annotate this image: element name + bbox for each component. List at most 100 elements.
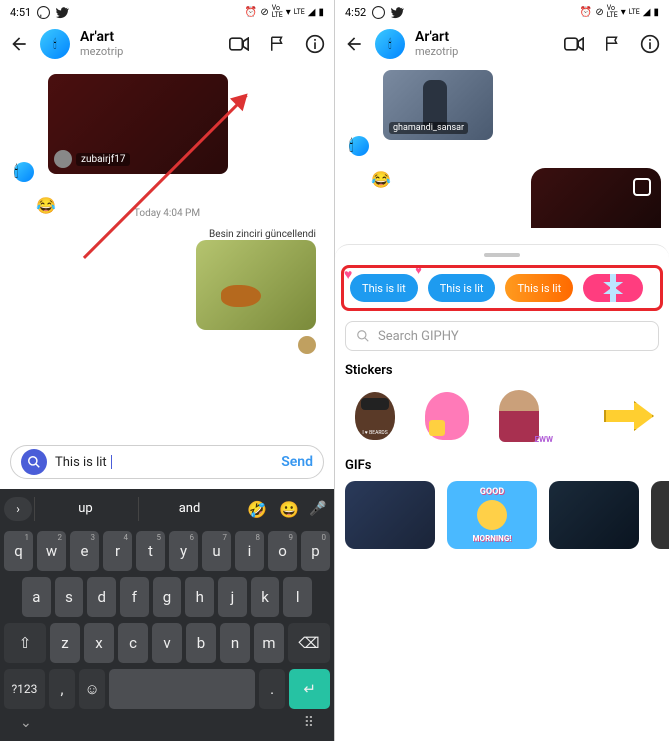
key-y[interactable]: y6: [169, 531, 198, 571]
key-p[interactable]: p0: [301, 531, 330, 571]
volte-icon: VoLTE: [272, 5, 283, 19]
key-numbers[interactable]: ?123: [4, 669, 45, 709]
whatsapp-icon: [372, 6, 385, 19]
key-m[interactable]: m: [254, 623, 284, 663]
chat-title-block[interactable]: Ar'art mezotrip: [415, 30, 553, 57]
gif-message[interactable]: [196, 240, 316, 330]
key-r[interactable]: r4: [103, 531, 132, 571]
section-gifs-title: GIFs: [335, 458, 669, 481]
key-a[interactable]: a: [22, 577, 51, 617]
chat-name: Ar'art: [415, 30, 553, 45]
whatsapp-icon: [37, 6, 50, 19]
sticker-arrow[interactable]: [599, 386, 659, 446]
flag-icon[interactable]: [266, 33, 288, 55]
video-icon[interactable]: [563, 33, 585, 55]
key-k[interactable]: k: [251, 577, 280, 617]
suggestion-2[interactable]: and: [138, 497, 240, 521]
flag-icon[interactable]: [601, 33, 623, 55]
key-s[interactable]: s: [55, 577, 84, 617]
key-b[interactable]: b: [186, 623, 216, 663]
gif-thumb-good-morning[interactable]: GOOD MORNING!: [447, 481, 537, 549]
key-emoji[interactable]: ☺: [79, 669, 105, 709]
key-w[interactable]: w2: [37, 531, 66, 571]
dnd-icon: ⊘: [595, 7, 603, 18]
key-o[interactable]: o9: [268, 531, 297, 571]
twitter-icon: [391, 6, 404, 19]
sticker-chip-2[interactable]: This is lit: [428, 274, 496, 302]
send-button[interactable]: Send: [281, 454, 313, 470]
search-giphy-input[interactable]: Search GIPHY: [345, 321, 659, 351]
sticker-beard[interactable]: [345, 386, 405, 446]
messages-area[interactable]: zubairjf17 🕯 😂 Today 4:04 PM Besin zinci…: [0, 64, 334, 439]
sticker-chip-1[interactable]: This is lit: [350, 274, 418, 302]
chat-title-block[interactable]: Ar'art mezotrip: [80, 30, 218, 57]
sender-avatar[interactable]: 🕯: [349, 136, 369, 156]
key-d[interactable]: d: [87, 577, 116, 617]
section-stickers-title: Stickers: [335, 363, 669, 386]
message-reaction[interactable]: 😂: [371, 170, 391, 189]
message-reaction[interactable]: 😂: [36, 196, 56, 215]
message-input-row: This is lit Send: [0, 439, 334, 489]
message-input[interactable]: This is lit Send: [10, 445, 324, 479]
gif-thumb-1[interactable]: [345, 481, 435, 549]
lte-label: LTE: [629, 8, 640, 16]
gif-text-bottom: MORNING!: [473, 534, 512, 543]
key-v[interactable]: v: [152, 623, 182, 663]
sender-avatar[interactable]: 🕯: [14, 162, 34, 182]
drag-handle[interactable]: [484, 253, 520, 257]
alarm-icon: ⏰: [245, 7, 257, 18]
key-n[interactable]: n: [220, 623, 250, 663]
keyboard-handle-icon[interactable]: ⠿: [304, 715, 314, 731]
key-l[interactable]: l: [283, 577, 312, 617]
key-space[interactable]: [109, 669, 255, 709]
suggestion-emoji-1[interactable]: 🤣: [242, 500, 272, 519]
suggestion-emoji-2[interactable]: 😀: [274, 500, 304, 519]
key-comma[interactable]: ,: [49, 669, 75, 709]
battery-icon: ▮: [318, 7, 324, 18]
gif-thumb-4[interactable]: [651, 481, 669, 549]
status-bar: 4:51 ⏰ ⊘ VoLTE ▾ LTE ◢ ▮: [0, 0, 334, 24]
story-reply-card[interactable]: zubairjf17: [48, 74, 228, 174]
suggestion-expand[interactable]: ›: [4, 497, 32, 521]
key-f[interactable]: f: [120, 577, 149, 617]
video-icon[interactable]: [228, 33, 250, 55]
key-q[interactable]: q1: [4, 531, 33, 571]
key-backspace[interactable]: ⌫: [288, 623, 330, 663]
reels-icon: [633, 178, 651, 196]
stickers-row[interactable]: [335, 386, 669, 458]
reels-message[interactable]: [531, 168, 661, 228]
sticker-chip-3[interactable]: This is lit: [505, 274, 573, 302]
back-icon[interactable]: [8, 33, 30, 55]
key-shift[interactable]: ⇧: [4, 623, 46, 663]
key-z[interactable]: z: [50, 623, 80, 663]
key-i[interactable]: i8: [235, 531, 264, 571]
chat-avatar[interactable]: 🕯: [40, 29, 70, 59]
key-j[interactable]: j: [218, 577, 247, 617]
messages-area[interactable]: ghamandi_sansar 🕯 😂: [335, 64, 669, 244]
story-reply-card[interactable]: ghamandi_sansar: [383, 70, 493, 140]
key-dot[interactable]: .: [259, 669, 285, 709]
key-g[interactable]: g: [153, 577, 182, 617]
key-enter[interactable]: ↵: [289, 669, 330, 709]
gifs-row[interactable]: GOOD MORNING!: [335, 481, 669, 561]
back-icon[interactable]: [343, 33, 365, 55]
sticker-chip-gift[interactable]: [583, 274, 643, 302]
key-e[interactable]: e3: [70, 531, 99, 571]
key-h[interactable]: h: [185, 577, 214, 617]
gif-thumb-3[interactable]: [549, 481, 639, 549]
reply-caption: Besin zinciri güncellendi: [8, 229, 316, 240]
suggestion-1[interactable]: up: [34, 497, 136, 521]
chat-avatar[interactable]: 🕯: [375, 29, 405, 59]
key-x[interactable]: x: [84, 623, 114, 663]
sticker-pink-blob[interactable]: [417, 386, 477, 446]
key-c[interactable]: c: [118, 623, 148, 663]
info-icon[interactable]: [639, 33, 661, 55]
sticker-eww-woman[interactable]: [489, 386, 549, 446]
key-u[interactable]: u7: [202, 531, 231, 571]
keyboard-collapse-icon[interactable]: ⌄: [20, 715, 32, 731]
gif-search-icon[interactable]: [21, 449, 47, 475]
mic-icon[interactable]: 🎤: [306, 501, 330, 517]
signal-icon: ◢: [643, 7, 651, 18]
key-t[interactable]: t5: [136, 531, 165, 571]
info-icon[interactable]: [304, 33, 326, 55]
